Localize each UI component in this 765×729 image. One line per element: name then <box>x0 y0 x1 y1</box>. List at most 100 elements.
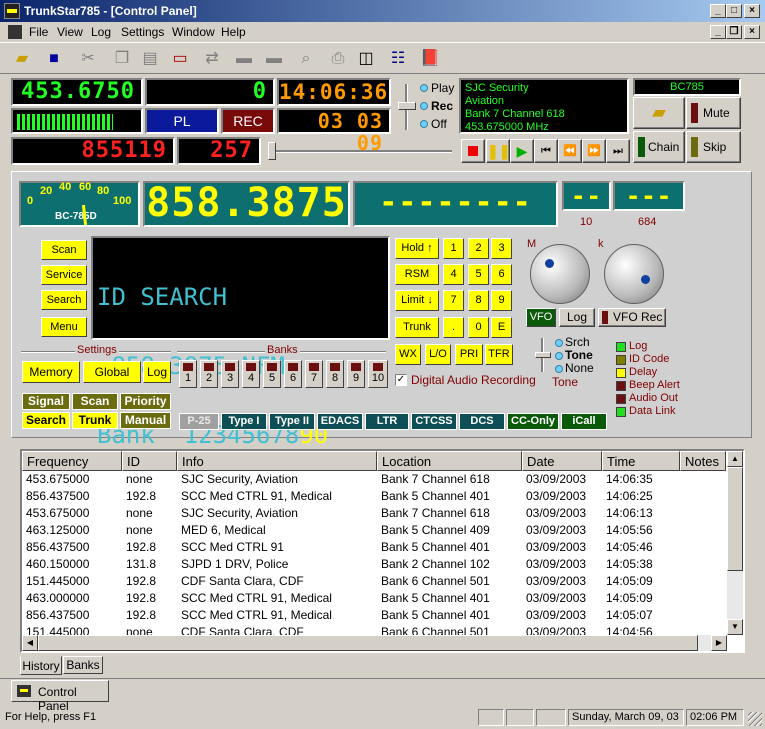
key-5[interactable]: 5 <box>468 264 489 285</box>
bank-1[interactable]: 1 <box>179 360 197 388</box>
vfo-rec-button[interactable]: VFO Rec <box>598 308 666 327</box>
memory-button[interactable]: Memory <box>22 361 80 383</box>
book-icon[interactable]: 📕 <box>418 47 442 71</box>
system-dcs[interactable]: DCS <box>459 413 505 430</box>
scan-button[interactable]: Scan <box>41 240 87 260</box>
column-location[interactable]: Location <box>377 451 522 471</box>
menu-settings[interactable]: Settings <box>121 25 164 39</box>
column-info[interactable]: Info <box>177 451 377 471</box>
menu-view[interactable]: View <box>57 25 83 39</box>
mode-slider[interactable] <box>397 84 417 130</box>
scroll-right-icon[interactable]: ▶ <box>711 635 727 651</box>
tfr-button[interactable]: TFR <box>485 344 513 365</box>
off-radio[interactable] <box>420 120 428 128</box>
tone-radio[interactable] <box>555 352 563 360</box>
table-row[interactable]: 463.125000 none MED 6, Medical Bank 5 Chann… <box>22 522 727 539</box>
table-row[interactable]: 856.437500 192.8 SCC Med CTRL 91, Medical B… <box>22 607 727 624</box>
rec-radio[interactable] <box>420 102 428 110</box>
key-e[interactable]: E <box>491 317 512 338</box>
mode-scan[interactable]: Scan <box>72 393 118 410</box>
window-tile-icon[interactable]: ◫ <box>354 47 378 71</box>
mode-priority[interactable]: Priority <box>120 393 171 410</box>
hold-button[interactable]: Hold ↑ <box>395 238 439 259</box>
key-7[interactable]: 7 <box>443 290 464 311</box>
key-2[interactable]: 2 <box>468 238 489 259</box>
bank-3[interactable]: 3 <box>221 360 239 388</box>
system-ctcss[interactable]: CTCSS <box>411 413 457 430</box>
bank-6[interactable]: 6 <box>284 360 302 388</box>
pause-icon[interactable]: ❚❚ <box>486 139 510 163</box>
trunk-key-button[interactable]: Trunk <box>395 317 439 338</box>
system-edacs[interactable]: EDACS <box>317 413 363 430</box>
cut-icon[interactable]: ✂ <box>76 47 100 71</box>
horizontal-scrollbar[interactable]: ◀ ▶ <box>22 635 727 651</box>
global-button[interactable]: Global <box>83 361 141 383</box>
key-4[interactable]: 4 <box>443 264 464 285</box>
skip-back-icon[interactable]: ⏮ <box>534 139 558 163</box>
skip-button[interactable]: Skip <box>686 131 741 163</box>
position-slider[interactable] <box>266 140 456 162</box>
key-3[interactable]: 3 <box>491 238 512 259</box>
folder-up-icon[interactable]: ▬ <box>262 47 286 71</box>
vertical-scrollbar[interactable]: ▲ ▼ <box>727 451 743 635</box>
play-icon[interactable]: ▶ <box>510 139 534 163</box>
table-row[interactable]: 460.150000 131.8 SJPD 1 DRV, Police Bank 2 … <box>22 556 727 573</box>
limit-button[interactable]: Limit ↓ <box>395 290 439 311</box>
mode-trunk[interactable]: Trunk <box>72 412 118 429</box>
scroll-down-icon[interactable]: ▼ <box>727 619 743 635</box>
key-0[interactable]: 0 <box>468 317 489 338</box>
bank-10[interactable]: 10 <box>368 360 388 388</box>
bank-7[interactable]: 7 <box>305 360 323 388</box>
service-button[interactable]: Service <box>41 265 87 285</box>
copy-icon[interactable]: ❐ <box>110 47 134 71</box>
table-row[interactable]: 151.445000 192.8 CDF Santa Clara, CDF Bank … <box>22 573 727 590</box>
tree-icon[interactable]: ☷ <box>386 47 410 71</box>
h-scroll-thumb[interactable] <box>38 635 698 651</box>
vfo-log-button[interactable]: Log <box>559 308 595 327</box>
tone-slider[interactable] <box>534 338 552 372</box>
vfo-button[interactable]: VFO <box>526 308 556 327</box>
pl-button[interactable]: PL <box>145 108 219 134</box>
settings-log-button[interactable]: Log <box>143 361 171 383</box>
scanner-icon[interactable]: ▭ <box>168 47 192 71</box>
skip-forward-icon[interactable]: ⏭ <box>606 139 630 163</box>
system-type-i[interactable]: Type I <box>221 413 267 430</box>
mute-button[interactable]: Mute <box>686 97 741 129</box>
print-icon[interactable]: ⎙ <box>326 47 350 71</box>
maximize-icon[interactable]: □ <box>726 4 742 18</box>
menu-log[interactable]: Log <box>91 25 111 39</box>
system-type-ii[interactable]: Type II <box>269 413 315 430</box>
menu-button[interactable]: Menu <box>41 317 87 337</box>
bank-5[interactable]: 5 <box>263 360 281 388</box>
child-restore-icon[interactable]: ❐ <box>726 25 742 39</box>
title-bar[interactable]: TrunkStar785 - [Control Panel] _ □ × <box>0 0 765 22</box>
k-knob[interactable] <box>604 244 664 304</box>
chain-button[interactable]: Chain <box>633 131 685 163</box>
table-row[interactable]: 453.675000 none SJC Security, Aviation Bank… <box>22 505 727 522</box>
rsm-button[interactable]: RSM <box>395 264 439 285</box>
key-1[interactable]: 1 <box>443 238 464 259</box>
mode-manual[interactable]: Manual <box>120 412 171 429</box>
bank-2[interactable]: 2 <box>200 360 218 388</box>
stop-icon[interactable] <box>461 139 485 163</box>
key-6[interactable]: 6 <box>491 264 512 285</box>
fast-forward-icon[interactable]: ⏩ <box>582 139 606 163</box>
column-frequency[interactable]: Frequency <box>22 451 122 471</box>
system-ltr[interactable]: LTR <box>365 413 409 430</box>
key-8[interactable]: 8 <box>468 290 489 311</box>
bank-8[interactable]: 8 <box>326 360 344 388</box>
open-file-button[interactable]: ▰ <box>633 97 685 129</box>
minimize-icon[interactable]: _ <box>710 4 726 18</box>
table-row[interactable]: 151.445000 none CDF Santa Clara, CDF Bank 6… <box>22 624 727 635</box>
tab-banks[interactable]: Banks <box>63 656 103 674</box>
wx-button[interactable]: WX <box>395 344 421 365</box>
folder-down-icon[interactable]: ▬ <box>232 47 256 71</box>
srch-radio[interactable] <box>555 339 563 347</box>
transfer-icon[interactable]: ⇄ <box>200 47 224 71</box>
search-button[interactable]: Search <box>41 290 87 310</box>
menu-help[interactable]: Help <box>221 25 246 39</box>
menu-window[interactable]: Window <box>172 25 215 39</box>
table-row[interactable]: 856.437500 192.8 SCC Med CTRL 91 Bank 5 Cha… <box>22 539 727 556</box>
resize-grip-icon[interactable] <box>748 712 762 726</box>
bank-4[interactable]: 4 <box>242 360 260 388</box>
